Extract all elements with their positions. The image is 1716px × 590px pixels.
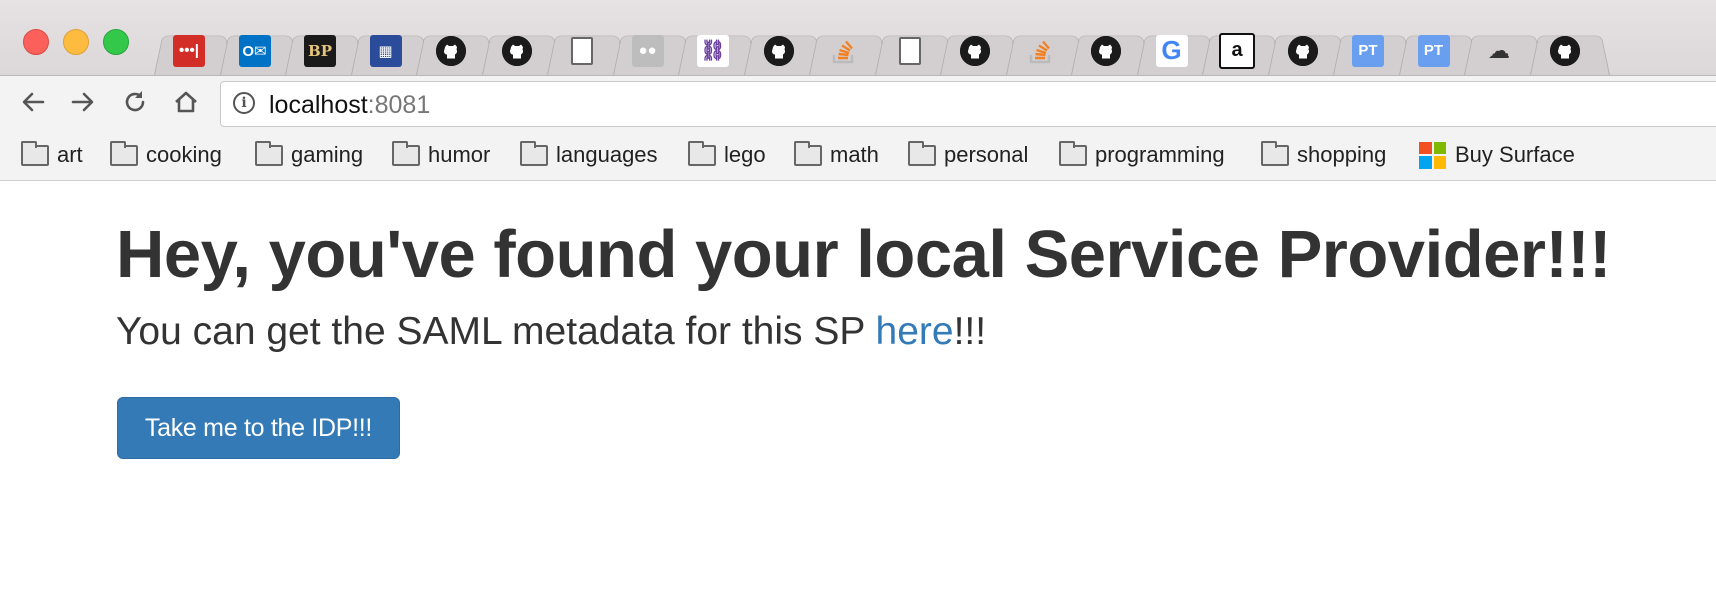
github-icon: [1549, 35, 1580, 66]
window-maximize-button[interactable]: [103, 29, 129, 55]
url-text[interactable]: localhost:8081: [269, 91, 430, 120]
bookmark-label: gaming: [291, 142, 364, 167]
pivotal-tracker-icon: PT: [1417, 34, 1450, 67]
bookmark-label: lego: [724, 142, 766, 167]
cloud-icon: ☁: [1488, 37, 1510, 63]
accessibility-icon: a: [1219, 32, 1255, 69]
bookmark-folder-cooking[interactable]: cooking: [110, 140, 222, 170]
bookmark-folder-personal[interactable]: personal: [908, 140, 1028, 170]
bookmark-label: personal: [944, 142, 1029, 167]
badge-icon: ●●: [631, 34, 664, 67]
google-icon: G: [1155, 34, 1188, 67]
bookmark-label: art: [57, 142, 83, 167]
lead-text: You can get the SAML metadata for this S…: [116, 310, 986, 354]
bookmark-folder-gaming[interactable]: gaming: [255, 140, 363, 170]
bookmark-label: math: [830, 142, 879, 167]
bookmark-folder-shopping[interactable]: shopping: [1261, 140, 1386, 170]
bookmark-label: cooking: [146, 142, 222, 167]
folder-icon: [110, 140, 138, 166]
github-icon: [1091, 35, 1121, 66]
document-icon: [898, 36, 921, 65]
github-icon: [960, 35, 990, 66]
bookmark-label: languages: [556, 142, 658, 167]
bookmark-folder-languages[interactable]: languages: [520, 140, 658, 170]
bookmark-folder-programming[interactable]: programming: [1059, 140, 1225, 170]
reload-icon: [121, 88, 149, 121]
grid-app-icon: ▦: [369, 34, 402, 67]
bookmark-folder-math[interactable]: math: [794, 140, 879, 170]
reload-button[interactable]: [117, 86, 153, 122]
stackoverflow-icon: [828, 35, 860, 67]
bookmarks-bar: art cooking gaming humor languages lego math pe…: [0, 132, 1716, 181]
take-me-to-idp-button[interactable]: Take me to the IDP!!!: [117, 397, 400, 459]
folder-icon: [688, 140, 716, 166]
browser-toolbar: i localhost:8081: [0, 76, 1716, 132]
tab-strip: •••| O✉ BP ▦ ●● ⛓ Ga PT PT ☁: [0, 0, 1716, 76]
bookmark-folder-humor[interactable]: humor: [392, 140, 490, 170]
stackoverflow-icon: [1025, 35, 1057, 67]
pivotal-tracker-icon: PT: [1352, 34, 1384, 67]
bookmark-buy-surface[interactable]: Buy Surface: [1419, 140, 1575, 170]
url-host: localhost: [269, 91, 368, 119]
folder-icon: [794, 140, 822, 166]
folder-icon: [21, 140, 49, 166]
folder-icon: [908, 140, 936, 166]
tabs: •••| O✉ BP ▦ ●● ⛓ Ga PT PT ☁: [150, 18, 1716, 75]
page-heading: Hey, you've found your local Service Pro…: [116, 217, 1611, 292]
folder-icon: [1261, 140, 1289, 166]
github-icon: [501, 35, 532, 66]
browser-tab[interactable]: [1526, 18, 1604, 75]
outlook-icon: O✉: [238, 34, 271, 67]
forward-button[interactable]: [65, 86, 101, 122]
folder-icon: [392, 140, 420, 166]
metadata-link[interactable]: here: [876, 310, 954, 353]
folder-icon: [255, 140, 283, 166]
folder-icon: [520, 140, 548, 166]
address-bar[interactable]: i localhost:8081: [220, 81, 1716, 127]
home-button[interactable]: [168, 86, 204, 122]
window-close-button[interactable]: [23, 29, 49, 55]
back-button[interactable]: [15, 86, 51, 122]
document-icon: [571, 36, 593, 65]
bookmark-folder-lego[interactable]: lego: [688, 140, 766, 170]
github-icon: [1287, 35, 1318, 66]
window-minimize-button[interactable]: [63, 29, 89, 55]
microsoft-logo-icon: [1419, 141, 1446, 169]
lead-suffix: !!!: [953, 310, 987, 353]
link-icon: ⛓: [697, 34, 729, 67]
bookmark-label: humor: [428, 142, 491, 167]
bookmark-label: Buy Surface: [1455, 142, 1575, 167]
arrow-left-icon: [19, 88, 47, 121]
github-icon: [763, 35, 794, 66]
url-port: :8081: [367, 91, 431, 119]
info-icon[interactable]: i: [233, 92, 255, 114]
lead-prefix: You can get the SAML metadata for this S…: [116, 310, 876, 353]
home-icon: [172, 88, 200, 121]
bookmark-folder-art[interactable]: art: [21, 140, 83, 170]
bp-logo-icon: BP: [304, 34, 336, 67]
bookmark-label: programming: [1095, 142, 1225, 167]
bookmark-label: shopping: [1297, 142, 1387, 167]
arrow-right-icon: [69, 88, 97, 121]
folder-icon: [1059, 140, 1087, 166]
github-icon: [436, 35, 466, 66]
lastpass-icon: •••|: [173, 34, 205, 67]
